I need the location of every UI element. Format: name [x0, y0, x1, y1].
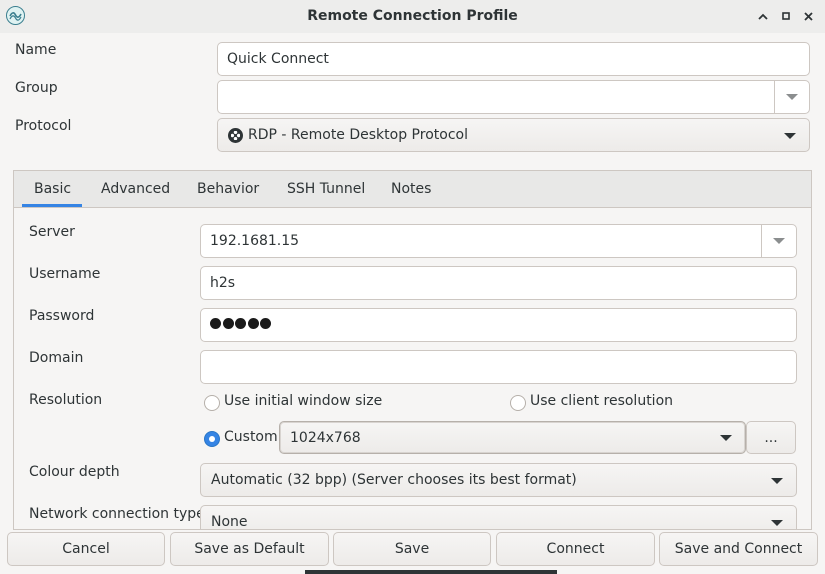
colour-depth-value: Automatic (32 bpp) (Server chooses its b…	[211, 472, 577, 488]
radio-client-resolution[interactable]	[510, 395, 526, 411]
password-dot	[222, 318, 234, 329]
username-value: h2s	[210, 275, 236, 291]
domain-label: Domain	[29, 350, 84, 366]
password-input[interactable]	[200, 308, 797, 342]
minimize-icon[interactable]	[755, 8, 771, 24]
window-title: Remote Connection Profile	[307, 8, 518, 24]
custom-resolution-select[interactable]: 1024x768	[279, 421, 746, 454]
save-button-label: Save	[394, 541, 430, 557]
chevron-down-icon	[720, 435, 732, 441]
radio-initial-window-size-label[interactable]: Use initial window size	[224, 393, 382, 409]
save-and-connect-label: Save and Connect	[674, 541, 803, 557]
close-icon[interactable]	[800, 8, 816, 24]
rdp-protocol-icon	[228, 128, 243, 143]
save-button[interactable]: Save	[333, 532, 491, 566]
connect-button[interactable]: Connect	[496, 532, 655, 566]
title-bar[interactable]: Remote Connection Profile	[0, 0, 825, 33]
chevron-down-icon	[784, 133, 796, 139]
cancel-button[interactable]: Cancel	[7, 532, 165, 566]
colour-depth-select[interactable]: Automatic (32 bpp) (Server chooses its b…	[200, 463, 797, 497]
save-as-default-button[interactable]: Save as Default	[170, 532, 329, 566]
radio-custom-resolution[interactable]	[204, 431, 220, 447]
protocol-label: Protocol	[15, 118, 72, 134]
name-input[interactable]: Quick Connect	[217, 42, 810, 76]
active-tab-indicator	[22, 204, 82, 207]
protocol-value: RDP - Remote Desktop Protocol	[248, 127, 468, 143]
password-dot	[210, 318, 221, 329]
network-type-label: Network connection type	[29, 506, 205, 522]
radio-initial-window-size[interactable]	[204, 395, 220, 411]
tab-bar: Basic Advanced Behavior SSH Tunnel Notes	[14, 171, 811, 208]
network-type-value: None	[211, 514, 248, 530]
cancel-button-label: Cancel	[62, 541, 110, 557]
maximize-icon[interactable]	[778, 8, 794, 24]
protocol-select[interactable]: RDP - Remote Desktop Protocol	[217, 118, 810, 152]
save-and-connect-button[interactable]: Save and Connect	[659, 532, 818, 566]
password-label: Password	[29, 308, 95, 324]
name-label: Name	[15, 42, 57, 58]
tab-behavior[interactable]: Behavior	[197, 181, 259, 197]
server-combo[interactable]: 192.1681.15	[200, 224, 797, 258]
username-label: Username	[29, 266, 101, 282]
radio-client-resolution-label[interactable]: Use client resolution	[530, 393, 673, 409]
username-input[interactable]: h2s	[200, 266, 797, 300]
chevron-down-icon	[771, 520, 783, 526]
name-value: Quick Connect	[227, 51, 329, 67]
chevron-down-icon	[771, 478, 783, 484]
password-dots	[210, 317, 273, 333]
domain-input[interactable]	[200, 350, 797, 384]
settings-notebook: Basic Advanced Behavior SSH Tunnel Notes…	[13, 170, 812, 530]
chevron-down-icon	[786, 94, 798, 100]
window-edge-strip	[305, 570, 557, 574]
tab-advanced[interactable]: Advanced	[101, 181, 170, 197]
password-dot	[235, 318, 246, 329]
connect-button-label: Connect	[546, 541, 605, 557]
resolution-more-button[interactable]: ...	[746, 421, 796, 454]
password-dot	[247, 318, 259, 329]
resolution-more-label: ...	[764, 429, 778, 446]
server-value: 192.1681.15	[210, 233, 300, 249]
tab-ssh-tunnel[interactable]: SSH Tunnel	[287, 181, 365, 197]
radio-custom-label[interactable]: Custom	[224, 429, 278, 445]
server-dropdown-button[interactable]	[761, 225, 796, 257]
tab-basic[interactable]: Basic	[34, 181, 71, 197]
resolution-label: Resolution	[29, 392, 103, 408]
group-combo[interactable]	[217, 80, 810, 114]
colour-depth-label: Colour depth	[29, 464, 120, 480]
server-label: Server	[29, 224, 75, 240]
password-dot	[260, 318, 271, 329]
tab-notes[interactable]: Notes	[391, 181, 431, 197]
save-as-default-label: Save as Default	[194, 541, 305, 557]
group-dropdown-button[interactable]	[774, 81, 809, 113]
group-label: Group	[15, 80, 58, 96]
chevron-down-icon	[773, 238, 785, 244]
network-type-select[interactable]: None	[200, 505, 797, 530]
custom-resolution-value: 1024x768	[290, 429, 361, 446]
